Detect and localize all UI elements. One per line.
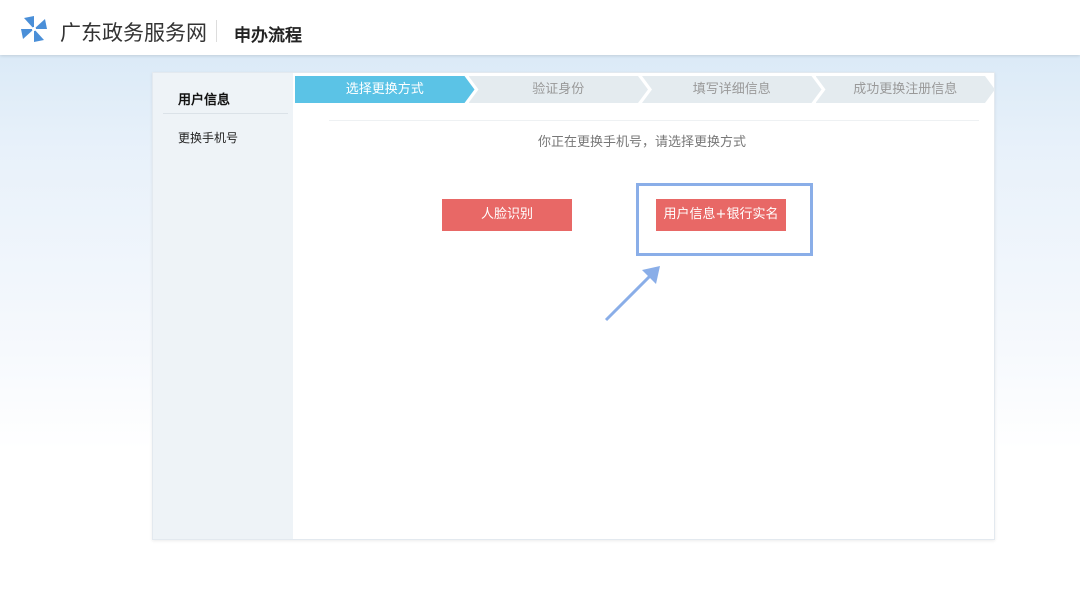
- header: 广东政务服务网 申办流程: [0, 0, 1080, 55]
- face-recognition-button[interactable]: 人脸识别: [442, 199, 572, 231]
- sidebar-item-change-phone[interactable]: 更换手机号: [178, 129, 238, 146]
- sidebar: 用户信息 更换手机号: [153, 73, 293, 539]
- instruction-text: 你正在更换手机号，请选择更换方式: [295, 131, 989, 150]
- step-verify-identity: 验证身份: [469, 76, 649, 103]
- user-info-bank-button[interactable]: 用户信息+银行实名: [656, 199, 786, 231]
- step-progress: 选择更换方式 验证身份 填写详细信息 成功更换注册信息: [295, 76, 989, 103]
- section-title: 申办流程: [234, 21, 302, 46]
- arrow-icon: [598, 258, 668, 328]
- site-name[interactable]: 广东政务服务网: [60, 17, 207, 47]
- sidebar-title: 用户信息: [178, 89, 230, 108]
- main-panel: 用户信息 更换手机号 选择更换方式 验证身份 填写详细信息 成功更换注册信息 你…: [152, 72, 995, 540]
- step-success: 成功更换注册信息: [816, 76, 996, 103]
- divider: [163, 113, 288, 114]
- divider: [329, 120, 979, 121]
- logo-icon: [20, 15, 48, 43]
- divider: [216, 20, 217, 42]
- step-fill-details: 填写详细信息: [642, 76, 822, 103]
- step-choose-method: 选择更换方式: [295, 76, 475, 103]
